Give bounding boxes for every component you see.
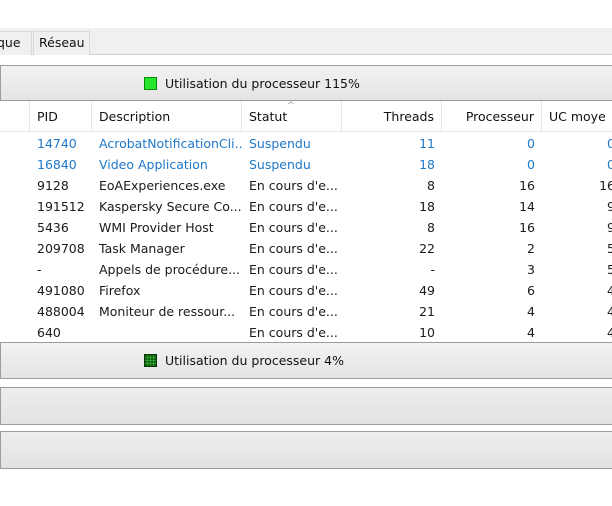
cell-description: Moniteur de ressour... xyxy=(99,304,236,319)
table-row[interactable]: 14740 AcrobatNotificationCli... Suspendu… xyxy=(0,133,612,154)
cell-avg-cpu: 9 xyxy=(607,199,612,214)
cell-avg-cpu: 5 xyxy=(607,241,612,256)
table-row[interactable]: 491080 Firefox En cours d'e... 49 6 4 xyxy=(0,280,612,301)
cell-pid: - xyxy=(37,262,42,277)
cpu-usage-indicator-icon xyxy=(144,76,157,90)
cell-avg-cpu: 0 xyxy=(607,157,612,172)
cell-threads: 21 xyxy=(419,304,435,319)
cell-status: En cours d'e... xyxy=(249,241,338,256)
cell-processor: 16 xyxy=(519,178,535,193)
table-row[interactable]: 9128 EoAExperiences.exe En cours d'e... … xyxy=(0,175,612,196)
cell-description: Firefox xyxy=(99,283,141,298)
cell-avg-cpu: 4 xyxy=(607,325,612,340)
table-row[interactable]: 488004 Moniteur de ressour... En cours d… xyxy=(0,301,612,322)
process-table: PID Description Statut ^ Threads Process… xyxy=(0,101,612,341)
cell-pid: 640 xyxy=(37,325,61,340)
cell-status: En cours d'e... xyxy=(249,262,338,277)
column-header-pid[interactable]: PID xyxy=(30,101,92,132)
column-header-processor[interactable]: Processeur xyxy=(442,101,542,132)
table-row[interactable]: 640 En cours d'e... 10 4 4 xyxy=(0,322,612,341)
sort-ascending-icon: ^ xyxy=(287,101,295,111)
table-row[interactable]: 16840 Video Application Suspendu 18 0 0 xyxy=(0,154,612,175)
cell-description: Appels de procédure... xyxy=(99,262,241,277)
cpu-section-label: Utilisation du processeur 115% xyxy=(165,75,360,91)
cell-pid: 16840 xyxy=(37,157,77,172)
usage-indicator-icon xyxy=(144,354,157,367)
collapsed-section-header[interactable] xyxy=(0,387,612,425)
cell-status: Suspendu xyxy=(249,157,311,172)
cell-processor: 6 xyxy=(527,283,535,298)
cell-processor: 4 xyxy=(527,304,535,319)
cell-processor: 2 xyxy=(527,241,535,256)
cell-pid: 14740 xyxy=(37,136,77,151)
cpu-section-header[interactable]: Utilisation du processeur 115% xyxy=(0,65,612,101)
top-band xyxy=(0,0,612,28)
cell-avg-cpu: 5 xyxy=(607,262,612,277)
cell-processor: 0 xyxy=(527,157,535,172)
cell-threads: 10 xyxy=(419,325,435,340)
cell-avg-cpu: 9 xyxy=(607,220,612,235)
cell-threads: - xyxy=(430,262,435,277)
cell-avg-cpu: 16 xyxy=(599,178,612,193)
cell-pid: 488004 xyxy=(37,304,85,319)
collapsed-section-header[interactable] xyxy=(0,431,612,469)
tab-partial[interactable]: que xyxy=(0,31,32,55)
cell-threads: 8 xyxy=(427,220,435,235)
second-section-header[interactable]: Utilisation du processeur 4% xyxy=(0,342,612,379)
cell-pid: 5436 xyxy=(37,220,69,235)
cell-threads: 11 xyxy=(419,136,435,151)
cell-processor: 4 xyxy=(527,325,535,340)
cell-threads: 18 xyxy=(419,199,435,214)
cell-processor: 16 xyxy=(519,220,535,235)
cell-status: En cours d'e... xyxy=(249,283,338,298)
cell-threads: 22 xyxy=(419,241,435,256)
cell-status: En cours d'e... xyxy=(249,199,338,214)
column-header-image[interactable] xyxy=(0,101,30,132)
cell-status: En cours d'e... xyxy=(249,178,338,193)
cell-status: Suspendu xyxy=(249,136,311,151)
cell-avg-cpu: 4 xyxy=(607,304,612,319)
cell-status: En cours d'e... xyxy=(249,220,338,235)
column-header-description[interactable]: Description xyxy=(92,101,242,132)
cell-status: En cours d'e... xyxy=(249,304,338,319)
cell-description: EoAExperiences.exe xyxy=(99,178,226,193)
cell-processor: 3 xyxy=(527,262,535,277)
cell-description: Video Application xyxy=(99,157,208,172)
table-row[interactable]: 209708 Task Manager En cours d'e... 22 2… xyxy=(0,238,612,259)
table-row[interactable]: - Appels de procédure... En cours d'e...… xyxy=(0,259,612,280)
second-section-label: Utilisation du processeur 4% xyxy=(165,353,344,368)
cell-pid: 209708 xyxy=(37,241,85,256)
cell-description: WMI Provider Host xyxy=(99,220,214,235)
cell-pid: 191512 xyxy=(37,199,85,214)
cell-description: AcrobatNotificationCli... xyxy=(99,136,242,151)
cell-description xyxy=(92,322,242,341)
cell-status: En cours d'e... xyxy=(249,325,338,340)
tab-bar: que Réseau xyxy=(0,28,612,55)
cell-description: Task Manager xyxy=(99,241,185,256)
tab-network[interactable]: Réseau xyxy=(33,31,90,55)
column-header-avg-cpu[interactable]: UC moye xyxy=(542,101,612,132)
cell-description: Kaspersky Secure Co... xyxy=(99,199,242,214)
cell-pid: 9128 xyxy=(37,178,69,193)
cell-threads: 18 xyxy=(419,157,435,172)
cell-processor: 0 xyxy=(527,136,535,151)
table-row[interactable]: 5436 WMI Provider Host En cours d'e... 8… xyxy=(0,217,612,238)
column-header-threads[interactable]: Threads xyxy=(342,101,442,132)
cell-avg-cpu: 0 xyxy=(607,136,612,151)
cell-threads: 49 xyxy=(419,283,435,298)
cell-avg-cpu: 4 xyxy=(607,283,612,298)
cell-processor: 14 xyxy=(519,199,535,214)
cell-pid: 491080 xyxy=(37,283,85,298)
cell-threads: 8 xyxy=(427,178,435,193)
table-row[interactable]: 191512 Kaspersky Secure Co... En cours d… xyxy=(0,196,612,217)
